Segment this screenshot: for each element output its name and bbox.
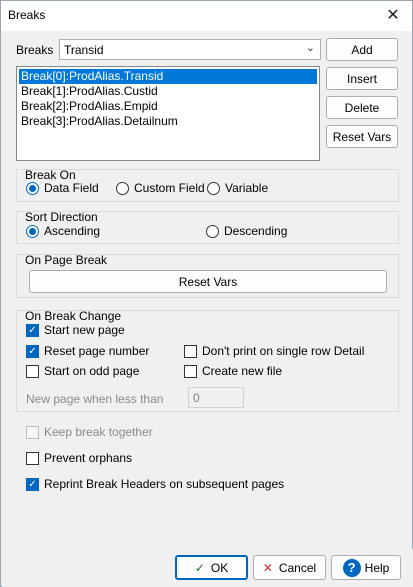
cancel-button[interactable]: ✕ Cancel (253, 555, 326, 580)
radio-label: Data Field (44, 181, 99, 195)
add-button[interactable]: Add (326, 38, 398, 61)
breaks-dialog: Breaks ✕ Breaks Transid ⌄ Add Insert Del… (0, 0, 413, 587)
checkbox-reprint-headers[interactable]: ✓ Reprint Break Headers on subsequent pa… (26, 477, 284, 491)
checkmark-icon[interactable]: ✓ (26, 344, 39, 358)
radio-label: Ascending (44, 224, 101, 238)
new-page-less-than-field[interactable]: 0 (188, 387, 244, 408)
on-page-break-title: On Page Break (25, 253, 108, 267)
help-question-icon: ? (342, 558, 361, 577)
list-item[interactable]: Break[1]:ProdAlias.Custid (19, 84, 317, 99)
radio-ascending[interactable]: Ascending (26, 224, 100, 238)
on-page-break-group: On Page Break Reset Vars (16, 253, 399, 298)
checkbox-label: Reset page number (44, 344, 150, 358)
checkbox-label: Keep break together (44, 425, 153, 439)
checkbox-create-new-file[interactable]: Create new file (184, 364, 282, 378)
checkmark-icon[interactable]: ✓ (26, 477, 39, 491)
sort-direction-title: Sort Direction (25, 210, 98, 224)
radio-button[interactable] (206, 224, 219, 238)
checkbox-label: Start on odd page (44, 364, 140, 378)
new-page-less-than-label: New page when less than (26, 392, 164, 406)
checkbox-box[interactable] (26, 451, 39, 465)
radio-button[interactable] (207, 181, 220, 195)
checkbox-start-on-odd-page[interactable]: Start on odd page (26, 364, 139, 378)
radio-button[interactable] (26, 224, 39, 238)
cancel-x-icon: ✕ (262, 560, 273, 575)
ok-button[interactable]: ✓ OK (175, 555, 248, 580)
insert-button[interactable]: Insert (326, 67, 398, 90)
window-title: Breaks (8, 8, 46, 22)
checkbox-keep-break-together[interactable]: Keep break together (26, 425, 153, 439)
radio-label: Descending (224, 224, 288, 238)
radio-data-field[interactable]: Data Field (26, 181, 99, 195)
radio-descending[interactable]: Descending (206, 224, 287, 238)
checkbox-box[interactable] (184, 344, 197, 358)
help-button[interactable]: ? Help (331, 555, 401, 580)
checkbox-box[interactable] (26, 364, 39, 378)
on-break-change-title: On Break Change (25, 309, 122, 323)
radio-label: Variable (225, 181, 269, 195)
breaks-list[interactable]: Break[0]:ProdAlias.Transid Break[1]:Prod… (16, 66, 320, 161)
reset-vars-button[interactable]: Reset Vars (29, 270, 387, 293)
radio-button[interactable] (116, 181, 129, 195)
break-on-group: Break On Data Field Custom Field Variabl… (16, 168, 399, 202)
chevron-down-icon[interactable]: ⌄ (306, 41, 315, 54)
ok-label: OK (210, 560, 229, 575)
radio-label: Custom Field (134, 181, 205, 195)
breaks-combo[interactable]: Transid ⌄ (59, 39, 321, 60)
checkbox-reset-page-number[interactable]: ✓ Reset page number (26, 344, 149, 358)
list-item[interactable]: Break[3]:ProdAlias.Detailnum (19, 114, 317, 129)
checkbox-dont-print-single-row[interactable]: Don't print on single row Detail (184, 344, 364, 358)
checkbox-start-new-page[interactable]: ✓ Start new page (26, 323, 125, 337)
checkbox-label: Prevent orphans (44, 451, 133, 465)
reset-vars-side-button[interactable]: Reset Vars (326, 125, 398, 148)
checkbox-label: Start new page (44, 323, 125, 337)
breaks-label: Breaks (16, 43, 54, 57)
delete-button[interactable]: Delete (326, 96, 398, 119)
checkmark-icon[interactable]: ✓ (26, 323, 39, 337)
help-label: Help (364, 560, 390, 575)
button-bar: ✓ OK ✕ Cancel ? Help (2, 549, 413, 587)
checkmark-icon: ✓ (194, 560, 205, 575)
sort-direction-group: Sort Direction Ascending Descending (16, 210, 399, 244)
radio-button[interactable] (26, 181, 39, 195)
list-item[interactable]: Break[0]:ProdAlias.Transid (19, 69, 317, 84)
checkbox-label: Create new file (202, 364, 283, 378)
radio-variable[interactable]: Variable (207, 181, 268, 195)
checkbox-prevent-orphans[interactable]: Prevent orphans (26, 451, 132, 465)
checkbox-label: Reprint Break Headers on subsequent page… (44, 477, 285, 491)
radio-custom-field[interactable]: Custom Field (116, 181, 205, 195)
checkbox-box[interactable] (184, 364, 197, 378)
cancel-label: Cancel (278, 560, 317, 575)
close-icon[interactable]: ✕ (380, 4, 406, 26)
title-bar: Breaks ✕ (1, 1, 412, 31)
checkbox-label: Don't print on single row Detail (202, 344, 365, 358)
checkbox-box[interactable] (26, 425, 39, 439)
list-item[interactable]: Break[2]:ProdAlias.Empid (19, 99, 317, 114)
breaks-combo-value: Transid (64, 43, 104, 57)
break-on-title: Break On (25, 168, 76, 182)
